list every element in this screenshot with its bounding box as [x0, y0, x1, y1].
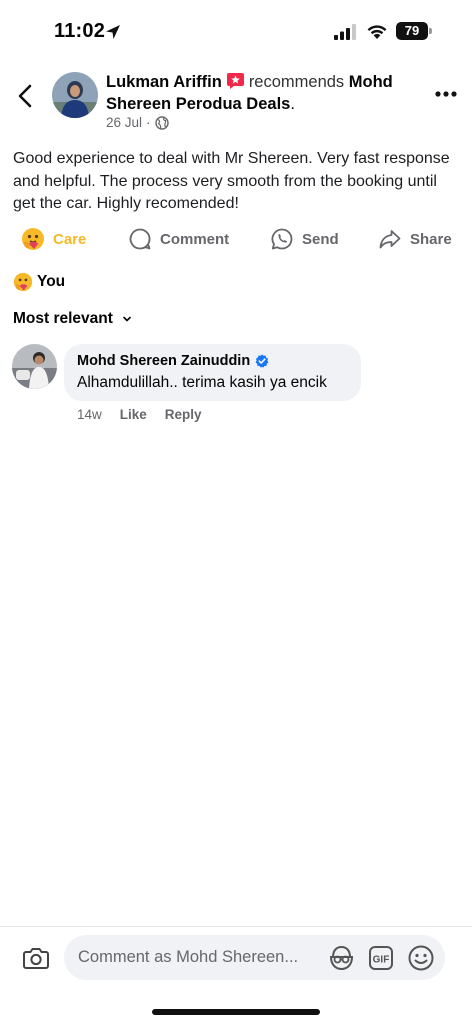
- comment-author[interactable]: Mohd Shereen Zainuddin: [77, 353, 250, 369]
- comment-meta: 14w Like Reply: [77, 407, 202, 422]
- globe-icon: [154, 115, 169, 130]
- back-arrow-icon[interactable]: [14, 82, 38, 110]
- home-indicator: [152, 1009, 320, 1015]
- comment-age: 14w: [77, 407, 102, 422]
- wifi-icon: [367, 25, 387, 39]
- author-avatar[interactable]: [52, 72, 98, 118]
- comment-reply-button[interactable]: Reply: [165, 407, 202, 422]
- status-time: 11:02: [54, 20, 106, 42]
- chevron-down-icon: [123, 316, 131, 322]
- comment-bubble[interactable]: Mohd Shereen Zainuddin Alhamdulillah.. t…: [64, 344, 361, 401]
- send-label: Send: [302, 230, 339, 248]
- camera-icon[interactable]: [22, 945, 50, 971]
- care-reaction-icon: [13, 272, 33, 292]
- author-name[interactable]: Lukman Ariffin: [106, 73, 222, 91]
- comment-sort-dropdown[interactable]: Most relevant: [13, 310, 133, 328]
- emoji-icon[interactable]: [407, 944, 435, 972]
- post-date[interactable]: 26 Jul: [106, 115, 142, 130]
- send-button[interactable]: Send: [270, 224, 339, 254]
- gif-icon[interactable]: GIF: [368, 945, 394, 971]
- post-header: Lukman Ariffin recommends Mohd Shereen Pe…: [106, 71, 426, 115]
- comment-bubble-icon: [129, 228, 151, 250]
- comment-button[interactable]: Comment: [128, 224, 229, 254]
- share-arrow-icon: [379, 230, 401, 249]
- period: .: [290, 95, 295, 113]
- care-label: Care: [53, 230, 87, 248]
- whatsapp-icon: [271, 228, 293, 250]
- verified-badge-icon: [255, 354, 269, 368]
- meta-separator: ·: [146, 115, 151, 130]
- comment-label: Comment: [160, 230, 230, 248]
- post-meta: 26 Jul ·: [106, 115, 169, 130]
- share-button[interactable]: Share: [378, 224, 452, 254]
- status-bar: 11:02 79: [0, 0, 472, 60]
- share-label: Share: [410, 230, 452, 248]
- reactions-summary[interactable]: You: [13, 272, 65, 292]
- care-emoji-icon: [22, 228, 44, 250]
- sort-label: Most relevant: [13, 310, 113, 327]
- cellular-signal-icon: [334, 24, 356, 40]
- commenter-avatar[interactable]: [12, 344, 57, 389]
- comment-like-button[interactable]: Like: [120, 407, 147, 422]
- comment-text: Alhamdulillah.. terima kasih ya encik: [77, 374, 327, 391]
- more-options-icon[interactable]: [430, 84, 462, 104]
- post-actions: Care Comment Send Share: [0, 224, 472, 254]
- svg-text:GIF: GIF: [373, 955, 390, 966]
- comment-author-row: Mohd Shereen Zainuddin: [77, 353, 269, 369]
- comment-input[interactable]: Comment as Mohd Shereen... GIF: [64, 935, 445, 980]
- location-arrow-icon: [106, 25, 120, 39]
- avatar-sticker-icon[interactable]: [328, 945, 355, 971]
- post-body: Good experience to deal with Mr Shereen.…: [13, 150, 450, 212]
- composer-divider: [0, 926, 472, 927]
- care-button[interactable]: Care: [21, 224, 86, 254]
- battery-icon: 79: [396, 22, 432, 40]
- battery-level: 79: [396, 22, 428, 40]
- comment-input-placeholder: Comment as Mohd Shereen...: [78, 948, 299, 966]
- reactions-label: You: [37, 273, 66, 290]
- recommend-verb: recommends: [248, 73, 345, 91]
- recommend-badge-icon: [226, 73, 244, 89]
